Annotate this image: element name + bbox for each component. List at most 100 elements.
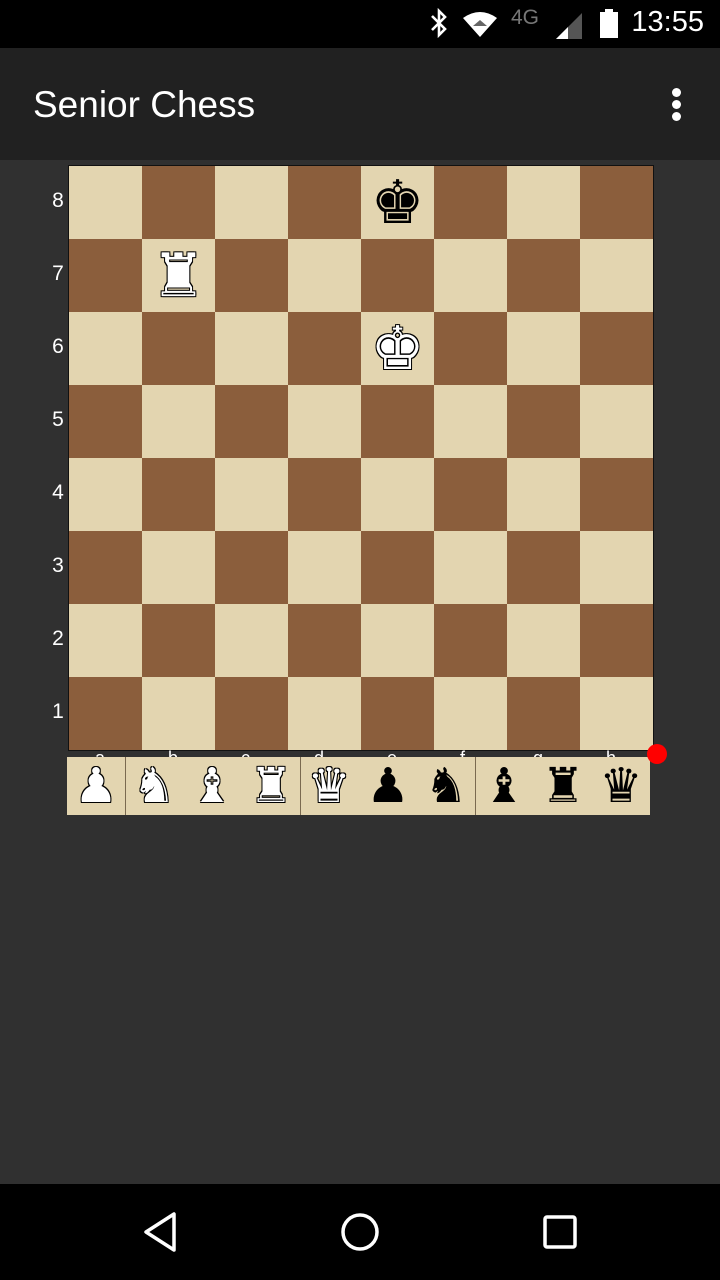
square-g5[interactable] [507, 385, 580, 458]
square-g6[interactable] [507, 312, 580, 385]
square-g4[interactable] [507, 458, 580, 531]
square-g3[interactable] [507, 531, 580, 604]
square-f6[interactable] [434, 312, 507, 385]
square-e1[interactable] [361, 677, 434, 750]
square-h3[interactable] [580, 531, 653, 604]
square-e2[interactable] [361, 604, 434, 677]
square-c4[interactable] [215, 458, 288, 531]
square-a5[interactable] [69, 385, 142, 458]
rank-label: 4 [52, 481, 64, 504]
square-d7[interactable] [288, 239, 361, 312]
square-c8[interactable] [215, 166, 288, 239]
square-h4[interactable] [580, 458, 653, 531]
square-h6[interactable] [580, 312, 653, 385]
square-g2[interactable] [507, 604, 580, 677]
battery-icon [600, 9, 618, 38]
square-a2[interactable] [69, 604, 142, 677]
piece-tray: ♟ ♞ ♝ ♜ ♛ ♟ ♞ ♝ ♜ ♛ [67, 757, 650, 815]
square-e4[interactable] [361, 458, 434, 531]
square-d1[interactable] [288, 677, 361, 750]
tray-black-bishop-icon[interactable]: ♝ [475, 757, 533, 815]
square-f4[interactable] [434, 458, 507, 531]
more-vert-icon [672, 88, 681, 97]
square-c5[interactable] [215, 385, 288, 458]
recents-button[interactable] [542, 1214, 578, 1250]
tray-black-knight-icon[interactable]: ♞ [417, 757, 475, 815]
back-button[interactable] [140, 1210, 180, 1254]
square-c1[interactable] [215, 677, 288, 750]
navigation-bar [0, 1184, 720, 1280]
square-h2[interactable] [580, 604, 653, 677]
square-a7[interactable] [69, 239, 142, 312]
square-a4[interactable] [69, 458, 142, 531]
square-h7[interactable] [580, 239, 653, 312]
square-a8[interactable] [69, 166, 142, 239]
tray-white-bishop-icon[interactable]: ♝ [183, 757, 241, 815]
square-e8[interactable]: ♚ [361, 166, 434, 239]
square-b8[interactable] [142, 166, 215, 239]
square-c3[interactable] [215, 531, 288, 604]
tray-white-knight-icon[interactable]: ♞ [125, 757, 183, 815]
square-a6[interactable] [69, 312, 142, 385]
wifi-icon [463, 12, 497, 37]
square-a1[interactable] [69, 677, 142, 750]
clock: 13:55 [631, 6, 704, 38]
tray-black-queen-icon[interactable]: ♛ [592, 757, 650, 815]
rank-label: 8 [52, 189, 64, 212]
more-options-button[interactable] [660, 84, 692, 124]
tray-white-pawn-icon[interactable]: ♟ [67, 757, 125, 815]
tray-white-queen-icon[interactable]: ♛ [300, 757, 358, 815]
square-d6[interactable] [288, 312, 361, 385]
square-h5[interactable] [580, 385, 653, 458]
rank-label: 6 [52, 335, 64, 358]
app-title: Senior Chess [33, 84, 256, 125]
white-rook-icon[interactable]: ♜ [152, 246, 206, 306]
square-f8[interactable] [434, 166, 507, 239]
square-a3[interactable] [69, 531, 142, 604]
turn-indicator-dot [647, 744, 667, 764]
chess-board[interactable]: ♚ ♜ ♚ [68, 165, 654, 751]
app-bar: Senior Chess [0, 48, 720, 160]
more-vert-dot [672, 100, 681, 109]
tray-black-pawn-icon[interactable]: ♟ [359, 757, 417, 815]
square-f5[interactable] [434, 385, 507, 458]
square-e5[interactable] [361, 385, 434, 458]
tray-white-rook-icon[interactable]: ♜ [242, 757, 300, 815]
square-b3[interactable] [142, 531, 215, 604]
home-button[interactable] [340, 1212, 380, 1252]
square-h8[interactable] [580, 166, 653, 239]
rank-label: 1 [52, 700, 64, 723]
square-d5[interactable] [288, 385, 361, 458]
square-b7[interactable]: ♜ [142, 239, 215, 312]
square-f2[interactable] [434, 604, 507, 677]
tray-divider [300, 757, 301, 815]
square-g7[interactable] [507, 239, 580, 312]
square-f3[interactable] [434, 531, 507, 604]
square-d3[interactable] [288, 531, 361, 604]
rank-label: 2 [52, 627, 64, 650]
square-d8[interactable] [288, 166, 361, 239]
square-e7[interactable] [361, 239, 434, 312]
tray-black-rook-icon[interactable]: ♜ [534, 757, 592, 815]
square-f7[interactable] [434, 239, 507, 312]
square-c7[interactable] [215, 239, 288, 312]
square-b1[interactable] [142, 677, 215, 750]
square-b4[interactable] [142, 458, 215, 531]
black-king-icon[interactable]: ♚ [371, 173, 425, 233]
square-b6[interactable] [142, 312, 215, 385]
square-f1[interactable] [434, 677, 507, 750]
white-king-icon[interactable]: ♚ [371, 319, 425, 379]
square-e3[interactable] [361, 531, 434, 604]
square-d2[interactable] [288, 604, 361, 677]
square-g1[interactable] [507, 677, 580, 750]
square-c2[interactable] [215, 604, 288, 677]
square-h1[interactable] [580, 677, 653, 750]
square-b2[interactable] [142, 604, 215, 677]
square-e6[interactable]: ♚ [361, 312, 434, 385]
square-c6[interactable] [215, 312, 288, 385]
square-d4[interactable] [288, 458, 361, 531]
status-bar: 4G 13:55 [0, 0, 720, 48]
square-g8[interactable] [507, 166, 580, 239]
rank-label: 5 [52, 408, 64, 431]
square-b5[interactable] [142, 385, 215, 458]
